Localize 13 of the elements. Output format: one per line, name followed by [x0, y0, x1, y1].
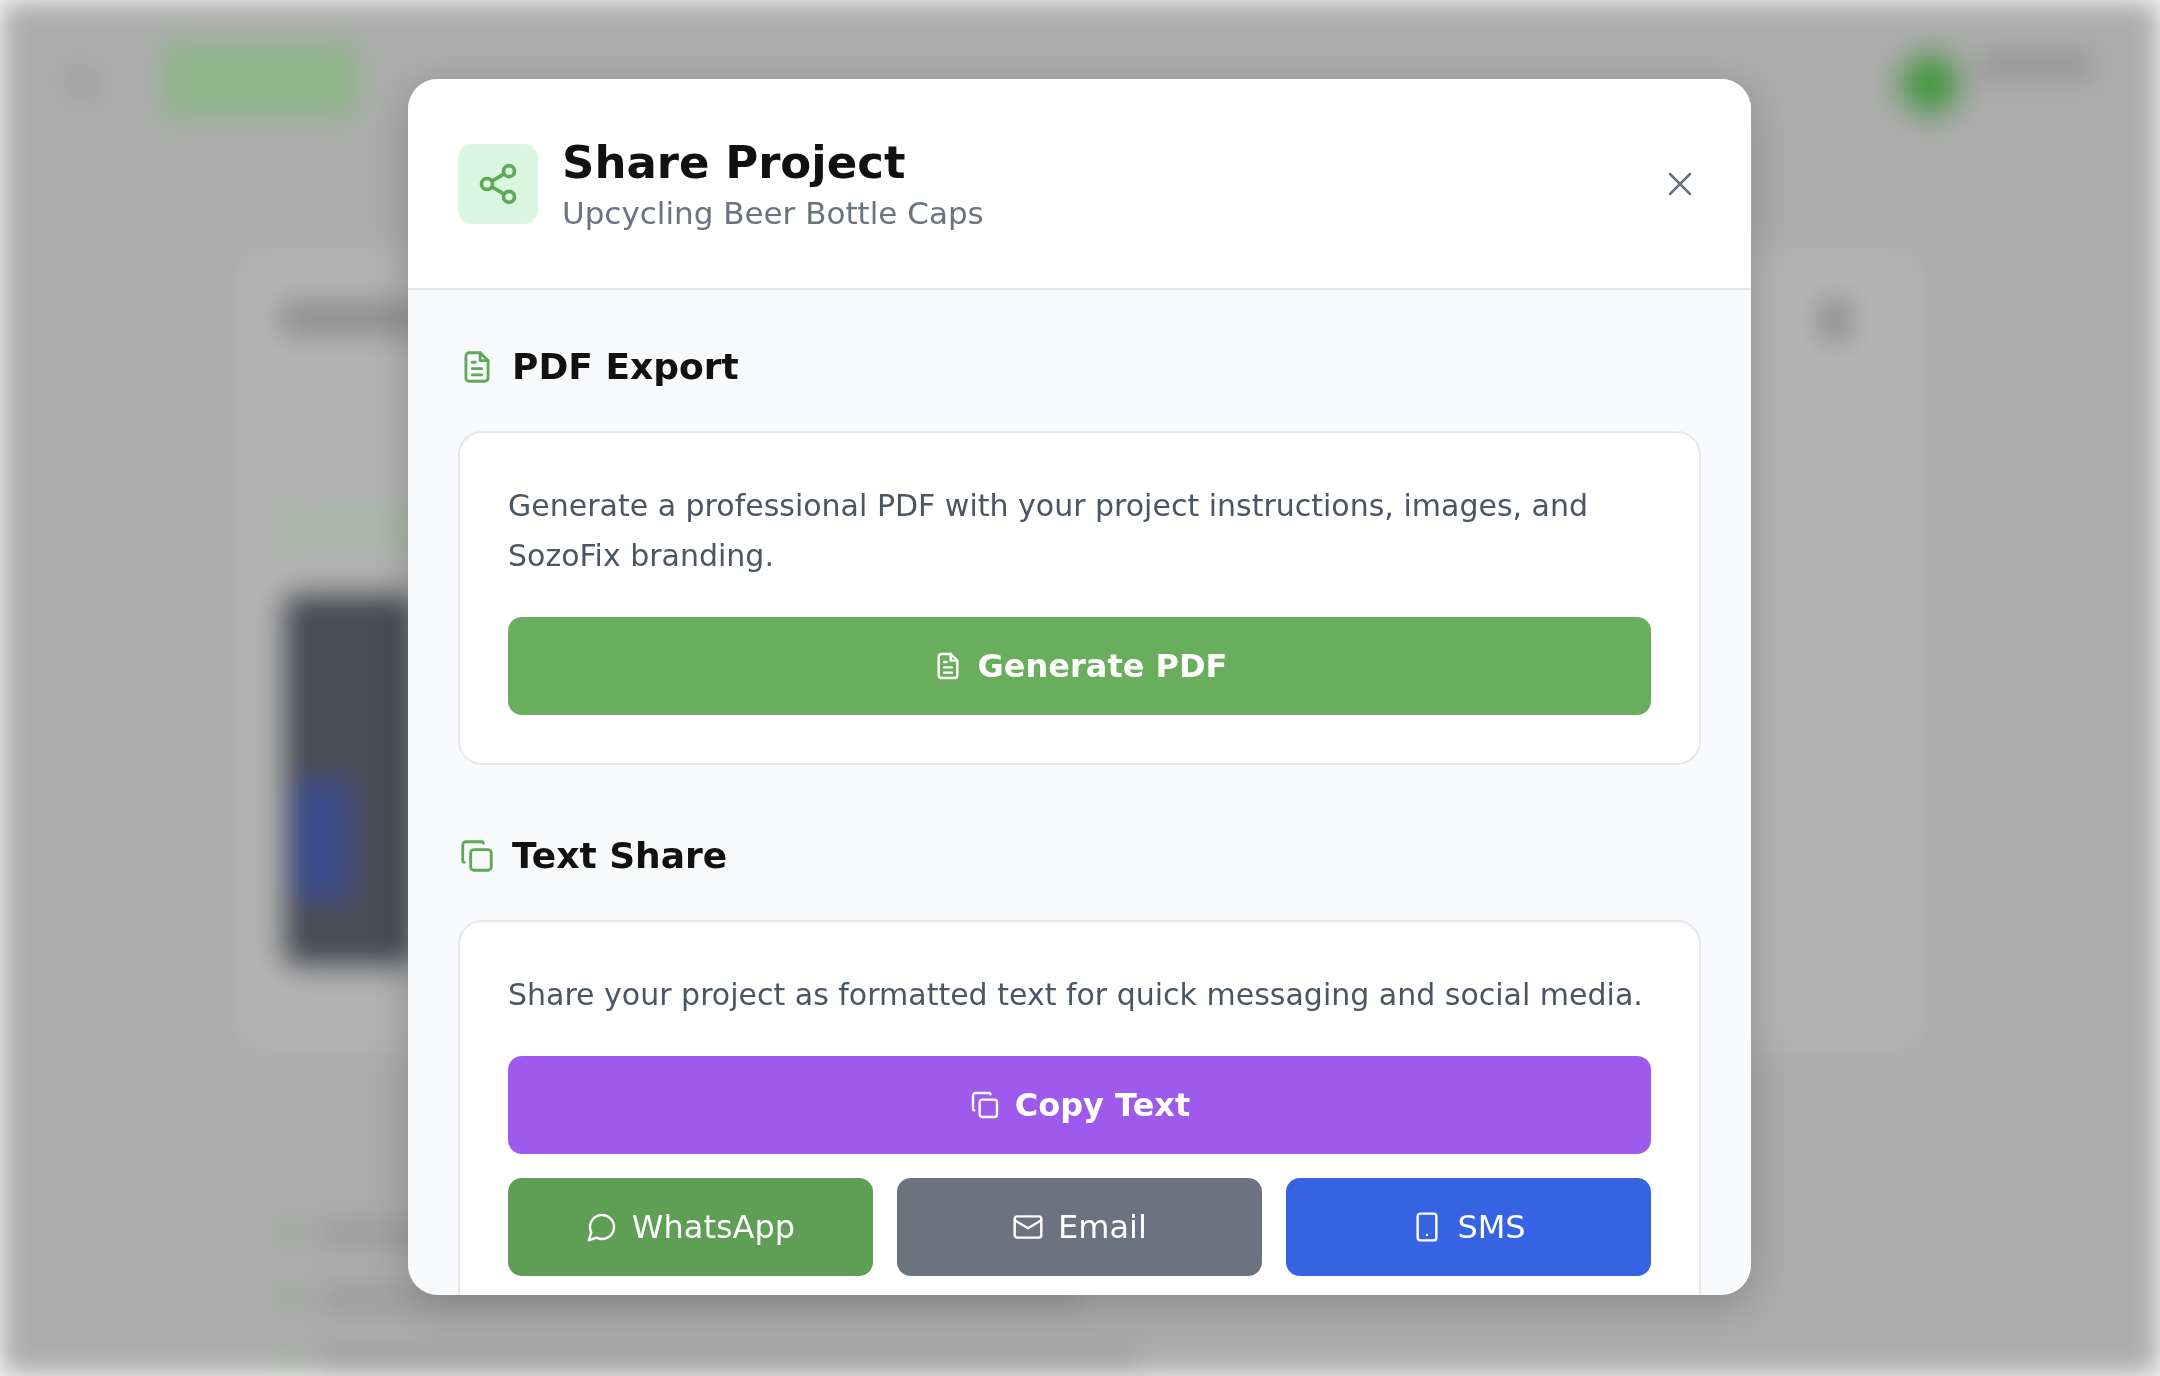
- share-phone-button[interactable]: SMS: [1286, 1178, 1651, 1276]
- generate-pdf-button[interactable]: Generate PDF: [508, 617, 1651, 715]
- share-mail-button[interactable]: Email: [897, 1178, 1262, 1276]
- section-description: Generate a professional PDF with your project instructions, images, and SozoFix branding.: [508, 487, 1590, 575]
- section-description: Share your project as formatted text for quick messaging and social media.: [508, 976, 1644, 1014]
- section-heading: Text Share: [512, 835, 728, 876]
- share-chat-button[interactable]: WhatsApp: [508, 1178, 873, 1276]
- dialog-title: Share Project: [562, 136, 907, 189]
- section-heading: PDF Export: [512, 346, 739, 387]
- chat-bubble-icon: [585, 1211, 618, 1243]
- share-icon: [458, 143, 538, 224]
- dialog-subtitle: Upcycling Beer Bottle Caps: [562, 195, 985, 231]
- copy-text-button[interactable]: Copy Text: [508, 1056, 1651, 1154]
